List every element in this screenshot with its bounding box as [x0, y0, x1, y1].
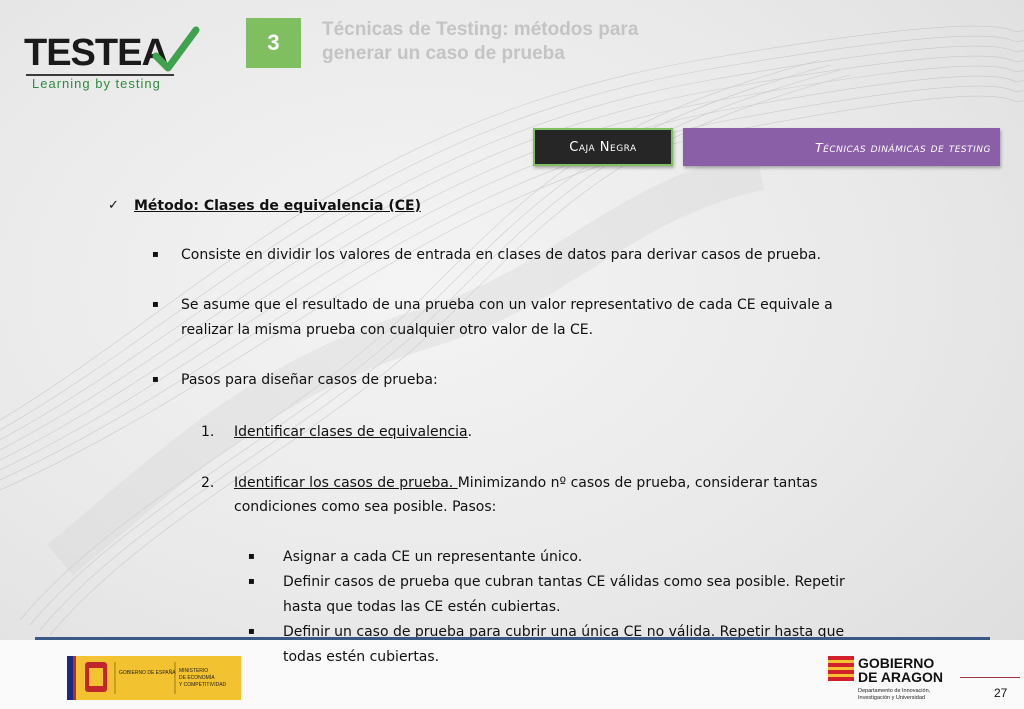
- step2-text: Identificar los casos de prueba. Minimiz…: [234, 475, 818, 491]
- square-bullet-icon: ▪: [152, 299, 159, 310]
- substep-valid-line2: hasta que todas las CE estén cubiertas.: [283, 599, 561, 615]
- substep-invalid-line2: todas estén cubiertas.: [283, 649, 440, 665]
- bullet-assumption-line1: Se asume que el resultado de una prueba …: [181, 297, 833, 313]
- aragon-government-logo: GOBIERNO DE ARAGON Departamento de Innov…: [828, 655, 943, 701]
- method-heading: Método: Clases de equivalencia (CE): [134, 198, 421, 214]
- step1-underlined: Identificar clases de equivalencia: [234, 424, 468, 440]
- step1-text: Identificar clases de equivalencia.: [234, 424, 472, 440]
- substep-valid-line1: Definir casos de prueba que cubran tanta…: [283, 574, 845, 590]
- page-number: 27: [994, 686, 1008, 700]
- step1-period: .: [467, 424, 473, 440]
- aragon-line2: DE ARAGON: [858, 669, 943, 685]
- step2-number: 2.: [201, 475, 215, 491]
- checkmark-bullet-icon: ✓: [108, 198, 119, 213]
- square-bullet-icon: ▪: [248, 551, 255, 562]
- spain-ministry-line2: DE ECONOMÍA: [179, 674, 215, 681]
- square-bullet-icon: ▪: [248, 626, 255, 637]
- slide-content: ✓ Método: Clases de equivalencia (CE) ▪ …: [0, 0, 1024, 709]
- spain-government-logo: GOBIERNO DE ESPAÑA MINISTERIO DE ECONOMÍ…: [67, 656, 241, 700]
- aragon-accent-line: [960, 677, 1020, 678]
- square-bullet-icon: ▪: [248, 576, 255, 587]
- square-bullet-icon: ▪: [152, 374, 159, 385]
- spain-ministry-line1: MINISTERIO: [179, 668, 208, 674]
- bullet-steps-intro: Pasos para diseñar casos de prueba:: [181, 372, 438, 388]
- aragon-dept-line1: Departamento de Innovación,: [858, 688, 931, 694]
- spain-gov-label: GOBIERNO DE ESPAÑA: [119, 669, 176, 676]
- step1-number: 1.: [201, 424, 215, 440]
- bullet-assumption-line2: realizar la misma prueba con cualquier o…: [181, 322, 594, 338]
- square-bullet-icon: ▪: [152, 249, 159, 260]
- aragon-dept-line2: Investigación y Universidad: [858, 695, 925, 701]
- aragon-flag-icon: [828, 656, 854, 681]
- step2-underlined: Identificar los casos de prueba.: [234, 475, 458, 491]
- step2-line2: condiciones como sea posible. Pasos:: [234, 499, 497, 515]
- spain-ministry-line3: Y COMPETITIVIDAD: [179, 682, 227, 688]
- substep-assign: Asignar a cada CE un representante único…: [283, 549, 583, 565]
- step2-tail: Minimizando nº casos de prueba, consider…: [457, 475, 818, 491]
- bullet-definition: Consiste en dividir los valores de entra…: [181, 247, 821, 263]
- footer-divider: [35, 637, 990, 640]
